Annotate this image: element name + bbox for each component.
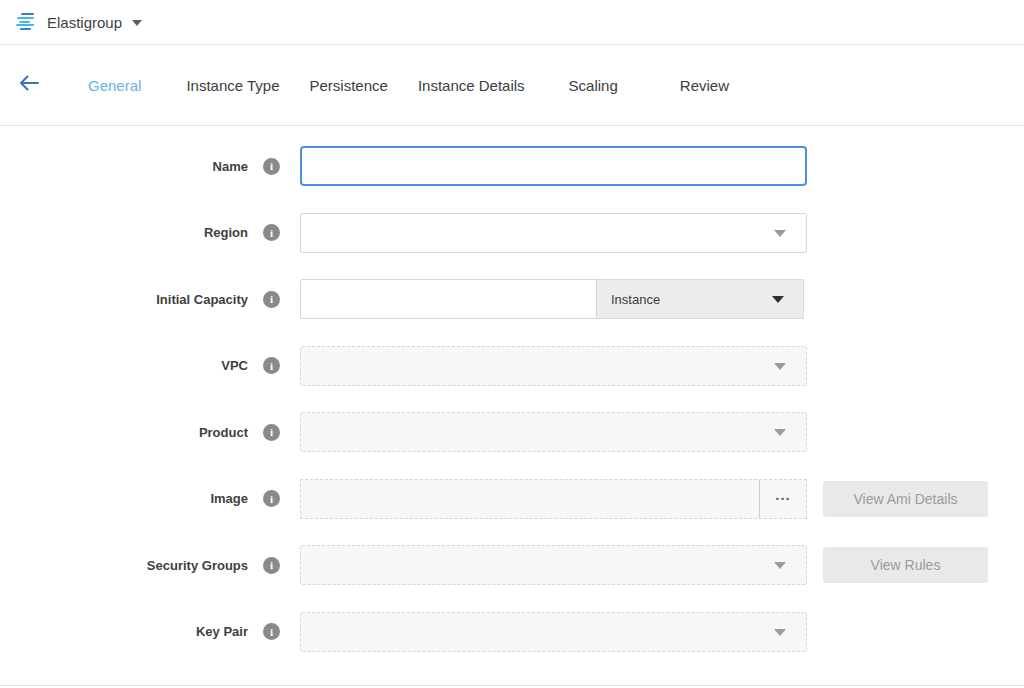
top-bar: Elastigroup	[0, 0, 1024, 45]
region-label: Region	[204, 225, 248, 240]
bottom-divider	[0, 685, 1024, 686]
image-browse-button[interactable]: ...	[759, 480, 806, 518]
tab-scaling[interactable]: Scaling	[569, 77, 618, 94]
view-rules-button[interactable]: View Rules	[823, 547, 988, 583]
vpc-label: VPC	[221, 358, 248, 373]
form-row-image: Image i ... View Ami Details	[0, 479, 1024, 519]
capacity-unit-value: Instance	[611, 292, 660, 307]
wizard-tabs: General Instance Type Persistence Instan…	[88, 77, 729, 94]
form-row-product: Product i	[0, 412, 1024, 452]
security-groups-select	[300, 545, 807, 585]
info-icon[interactable]: i	[263, 291, 280, 308]
form-row-name: Name i	[0, 146, 1024, 186]
chevron-down-icon	[774, 429, 786, 436]
initial-capacity-input[interactable]	[300, 279, 597, 319]
initial-capacity-label: Initial Capacity	[156, 292, 248, 307]
form-row-region: Region i	[0, 213, 1024, 253]
info-icon[interactable]: i	[263, 357, 280, 374]
chevron-down-icon[interactable]	[132, 20, 142, 26]
security-groups-label: Security Groups	[147, 558, 248, 573]
name-input[interactable]	[300, 146, 807, 186]
tab-review[interactable]: Review	[680, 77, 729, 94]
key-pair-select	[300, 612, 807, 652]
chevron-down-icon	[774, 363, 786, 370]
image-input: ...	[300, 479, 807, 519]
chevron-down-icon	[772, 296, 784, 303]
app-title[interactable]: Elastigroup	[47, 14, 122, 31]
form-row-security-groups: Security Groups i View Rules	[0, 545, 1024, 585]
region-select[interactable]	[300, 213, 807, 253]
wizard-tab-bar: General Instance Type Persistence Instan…	[0, 45, 1024, 126]
form-row-key-pair: Key Pair i	[0, 612, 1024, 652]
name-label: Name	[213, 159, 248, 174]
info-icon[interactable]: i	[263, 224, 280, 241]
tab-instance-type[interactable]: Instance Type	[186, 77, 279, 94]
capacity-unit-select[interactable]: Instance	[597, 279, 804, 319]
info-icon[interactable]: i	[263, 557, 280, 574]
form-content: Name i Region i Initial Capacity i Insta…	[0, 126, 1024, 652]
form-row-vpc: VPC i	[0, 346, 1024, 386]
image-label: Image	[210, 491, 248, 506]
info-icon[interactable]: i	[263, 158, 280, 175]
tab-general[interactable]: General	[88, 77, 141, 94]
back-arrow-icon[interactable]	[19, 75, 39, 95]
info-icon[interactable]: i	[263, 623, 280, 640]
form-row-initial-capacity: Initial Capacity i Instance	[0, 279, 1024, 319]
view-ami-details-button[interactable]: View Ami Details	[823, 481, 988, 517]
chevron-down-icon	[774, 230, 786, 237]
chevron-down-icon	[774, 562, 786, 569]
key-pair-label: Key Pair	[196, 624, 248, 639]
vpc-select	[300, 346, 807, 386]
info-icon[interactable]: i	[263, 424, 280, 441]
tab-persistence[interactable]: Persistence	[310, 77, 388, 94]
product-select	[300, 412, 807, 452]
tab-instance-details[interactable]: Instance Details	[418, 77, 525, 94]
chevron-down-icon	[774, 629, 786, 636]
elastigroup-logo-icon	[16, 13, 38, 31]
info-icon[interactable]: i	[263, 490, 280, 507]
product-label: Product	[199, 425, 248, 440]
